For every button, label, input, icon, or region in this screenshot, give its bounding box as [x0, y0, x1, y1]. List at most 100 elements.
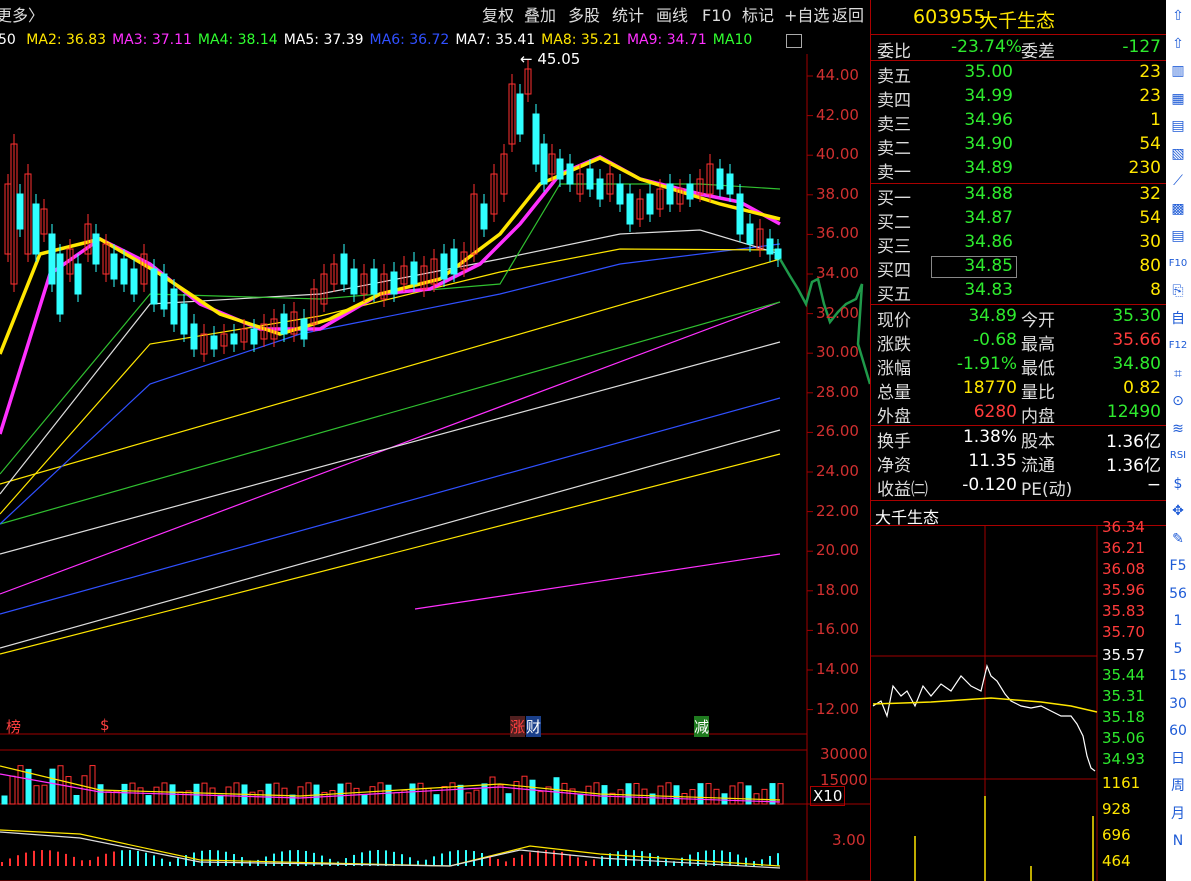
toolbar-button[interactable]: ▩: [1168, 199, 1188, 219]
toolbar-button[interactable]: ⇧: [1168, 34, 1188, 54]
intraday-axis-label: 35.57: [1102, 646, 1145, 664]
toolbar-button[interactable]: ≋: [1168, 419, 1188, 439]
toolbar-button[interactable]: 日: [1168, 749, 1188, 769]
ma-line-long: [414, 553, 781, 610]
toolbar-button[interactable]: F10: [1168, 254, 1188, 274]
stat-value: 1.36亿: [1106, 432, 1161, 452]
event-tag-dollar[interactable]: $: [100, 716, 110, 734]
stat-label: 净资: [877, 456, 911, 476]
toolbar-button[interactable]: 5: [1168, 639, 1188, 659]
toolbar-button[interactable]: 自: [1168, 309, 1188, 329]
stat-value: 35.66: [1112, 330, 1161, 350]
candlestick: [56, 253, 64, 315]
stat-label: 外盘: [877, 407, 911, 427]
toolbar-button[interactable]: F12: [1168, 336, 1188, 356]
volume-bar: [489, 776, 496, 805]
toolbar-button[interactable]: 15: [1168, 666, 1188, 686]
volume-bar: [441, 786, 448, 805]
legend-toggle-icon[interactable]: [786, 34, 802, 48]
price-axis-label: 30.00: [816, 343, 859, 362]
toolbar-button[interactable]: ⟋: [1168, 171, 1188, 191]
back-button[interactable]: 返回: [828, 4, 868, 28]
toolbar-button[interactable]: ⊙: [1168, 391, 1188, 411]
more-menu[interactable]: 更多〉: [0, 4, 48, 28]
ask-row[interactable]: 卖三 34.96 1: [871, 110, 1166, 135]
f10-button[interactable]: F10: [698, 4, 736, 28]
bid-row[interactable]: 买五 34.83 8: [871, 280, 1166, 305]
intraday-volume-axis-label: 928: [1102, 800, 1131, 818]
ma-line-yellow-thin: [0, 248, 781, 515]
toolbar-button[interactable]: ▤: [1168, 226, 1188, 246]
intraday-axis-label: 35.18: [1102, 708, 1145, 726]
fuquan-button[interactable]: 复权: [478, 4, 518, 28]
ask-row[interactable]: 卖一 34.89 230: [871, 158, 1166, 183]
ask-volume: 23: [1139, 86, 1161, 106]
mark-button[interactable]: 标记: [738, 4, 778, 28]
candlestick: [540, 143, 548, 185]
ask-price: 35.00: [964, 62, 1013, 82]
bid-row[interactable]: 买二 34.87 54: [871, 208, 1166, 233]
ask-label: 卖四: [877, 91, 911, 111]
toolbar-button[interactable]: ▧: [1168, 144, 1188, 164]
bid-row[interactable]: 买四 34.85 80: [871, 256, 1166, 281]
ma-legend-item: MA2: 36.83: [26, 32, 107, 48]
toolbar-button[interactable]: ▦: [1168, 89, 1188, 109]
toolbar-button[interactable]: ✥: [1168, 501, 1188, 521]
stat-value: 6280: [973, 402, 1017, 422]
stat-label: 换手: [877, 432, 911, 452]
ask-row[interactable]: 卖四 34.99 23: [871, 86, 1166, 111]
toolbar-button[interactable]: 1: [1168, 611, 1188, 631]
toolbar-button[interactable]: RSI: [1168, 446, 1188, 466]
toolbar-button[interactable]: $: [1168, 474, 1188, 494]
selected-bid-highlight: [931, 256, 1017, 278]
toolbar-button[interactable]: 周: [1168, 776, 1188, 796]
volume-bar: [465, 792, 472, 805]
toolbar-button[interactable]: F5: [1168, 556, 1188, 576]
stat-value: 18770: [962, 378, 1017, 398]
candlestick: [666, 183, 674, 205]
candlestick: [746, 223, 754, 245]
bid-row[interactable]: 买三 34.86 30: [871, 232, 1166, 257]
stat-value: -0.120: [962, 475, 1017, 495]
volume-bar: [777, 783, 784, 805]
volume-bar: [265, 783, 272, 805]
toolbar-button[interactable]: ▥: [1168, 61, 1188, 81]
toolbar-button[interactable]: ▤: [1168, 116, 1188, 136]
toolbar-button[interactable]: ⌗: [1168, 364, 1188, 384]
draw-line-button[interactable]: 画线: [652, 4, 692, 28]
candlestick: [110, 253, 118, 280]
ask-volume: 54: [1139, 134, 1161, 154]
toolbar-button[interactable]: 30: [1168, 694, 1188, 714]
event-tag-jian[interactable]: 减: [694, 716, 710, 737]
toolbar-button[interactable]: 56: [1168, 584, 1188, 604]
toolbar-button[interactable]: ✎: [1168, 529, 1188, 549]
toolbar-button[interactable]: ⎘: [1168, 281, 1188, 301]
stats-button[interactable]: 统计: [608, 4, 648, 28]
stat-label: 流通: [1021, 456, 1055, 476]
stat-label: PE(动): [1021, 480, 1073, 500]
volume-bar: [625, 783, 632, 805]
ma-legend-item: MA6: 36.72: [369, 32, 450, 48]
ask-row[interactable]: 卖五 35.00 23: [871, 62, 1166, 87]
bid-label: 买二: [877, 213, 911, 233]
stat-label: 总量: [877, 383, 911, 403]
intraday-axis-label: 36.21: [1102, 539, 1145, 557]
toolbar-button[interactable]: 60: [1168, 721, 1188, 741]
event-tag-zhang[interactable]: 涨: [510, 716, 526, 737]
kline-chart[interactable]: [0, 54, 870, 881]
intraday-axis-label: 35.96: [1102, 581, 1145, 599]
toolbar-button[interactable]: N: [1168, 831, 1188, 851]
toolbar-button[interactable]: 月: [1168, 804, 1188, 824]
add-watchlist-button[interactable]: +自选: [780, 4, 833, 28]
event-tag-bang[interactable]: 榜: [6, 716, 21, 737]
multi-stock-button[interactable]: 多股: [564, 4, 604, 28]
ma-legend-item: MA5: 37.39: [283, 32, 364, 48]
bid-row[interactable]: 买一 34.88 32: [871, 184, 1166, 209]
intraday-axis-label: 35.31: [1102, 687, 1145, 705]
toolbar-button[interactable]: ⇧: [1168, 6, 1188, 26]
intraday-axis-label: 34.93: [1102, 750, 1145, 768]
overlay-button[interactable]: 叠加: [520, 4, 560, 28]
ask-row[interactable]: 卖二 34.90 54: [871, 134, 1166, 159]
event-tag-cai[interactable]: 财: [526, 716, 542, 737]
ask-label: 卖一: [877, 163, 911, 183]
